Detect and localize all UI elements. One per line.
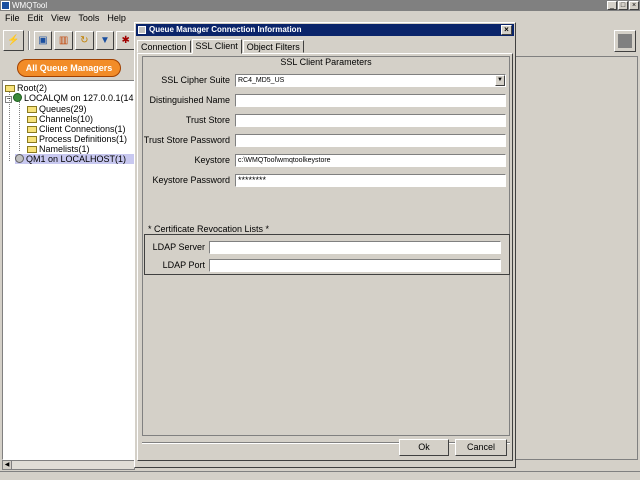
tree-item-queues[interactable]: Queues(29)	[27, 104, 87, 114]
menu-edit[interactable]: Edit	[26, 13, 50, 23]
trust-store-password-label: Trust Store Password	[143, 135, 230, 145]
tree-item-channels[interactable]: Channels(10)	[27, 114, 93, 124]
ok-button[interactable]: Ok	[399, 439, 449, 456]
app-icon	[1, 1, 10, 10]
connect-button[interactable]: ⚡	[3, 29, 24, 51]
connection-dialog: Queue Manager Connection Information × C…	[134, 22, 516, 468]
window-controls: _ □ ×	[607, 1, 639, 10]
keystore-label: Keystore	[194, 155, 230, 165]
settings-button[interactable]: ✱	[116, 30, 135, 50]
refresh-button[interactable]: ↻	[74, 30, 94, 50]
tree-item-label: Namelists(1)	[39, 144, 90, 154]
menu-view[interactable]: View	[49, 13, 76, 23]
ldap-server-field[interactable]	[209, 241, 501, 254]
folder-icon	[27, 116, 37, 123]
window-button[interactable]: ▣	[33, 30, 53, 50]
content-area	[514, 56, 638, 460]
app-titlebar: WMQTool _ □ ×	[0, 0, 640, 11]
keystore-password-field[interactable]: ********	[235, 174, 506, 187]
dialog-icon	[138, 26, 146, 34]
tree-item-namelists[interactable]: Namelists(1)	[27, 144, 90, 154]
tree-item-label: Channels(10)	[39, 114, 94, 124]
queue-manager-icon	[13, 93, 22, 102]
keystore-field[interactable]: c:\WMQTool\wmqtoolkeystore	[235, 154, 506, 167]
cancel-button[interactable]: Cancel	[455, 439, 507, 456]
folder-icon	[27, 106, 37, 113]
toolbar: ⚡ ▣ ▥ ↻ ▼ ✱	[0, 27, 135, 53]
chart-button[interactable]: ▥	[54, 30, 73, 50]
ssl-client-panel: SSL Client Parameters SSL Cipher Suite R…	[137, 53, 513, 461]
statusbar	[0, 471, 640, 480]
qm-button-area: All Queue Managers	[3, 56, 135, 79]
filter-button[interactable]: ▼	[95, 30, 115, 50]
trust-store-password-field[interactable]	[235, 134, 506, 147]
dialog-title: Queue Manager Connection Information	[149, 25, 302, 34]
keystore-password-label: Keystore Password	[152, 175, 230, 185]
chevron-down-icon[interactable]: ▼	[495, 75, 505, 86]
menu-file[interactable]: File	[3, 13, 26, 23]
tree-root[interactable]: Root(2)	[5, 83, 47, 93]
trust-store-label: Trust Store	[185, 115, 230, 125]
cipher-suite-value: RC4_MD5_US	[238, 77, 285, 84]
maximize-button[interactable]: □	[618, 1, 628, 10]
filter-icon: ▼	[100, 34, 110, 46]
folder-icon	[27, 146, 37, 153]
queue-manager-icon	[15, 154, 24, 163]
menu-tools[interactable]: Tools	[76, 13, 105, 23]
tree-item-label: Process Definitions(1)	[39, 134, 128, 144]
app-title: WMQTool	[12, 1, 48, 10]
dialog-close-button[interactable]: ×	[501, 25, 512, 35]
tree-item-label: Client Connections(1)	[39, 124, 126, 134]
tree-root-label: Root(2)	[17, 83, 48, 93]
ldap-port-field[interactable]	[209, 259, 501, 272]
section-title: SSL Client Parameters	[280, 57, 372, 67]
tab-object-filters[interactable]: Object Filters	[242, 40, 304, 53]
folder-icon	[5, 85, 15, 92]
tab-ssl-client[interactable]: SSL Client	[191, 39, 242, 54]
distinguished-name-field[interactable]	[235, 94, 506, 107]
folder-icon	[27, 126, 37, 133]
stop-button[interactable]	[614, 30, 636, 52]
close-button[interactable]: ×	[629, 1, 639, 10]
settings-icon: ✱	[121, 34, 130, 46]
toolbar-separator	[27, 30, 30, 50]
tree-panel[interactable]: Root(2) − LOCALQM on 127.0.0.1(14 Queues(…	[2, 80, 135, 460]
crl-group: LDAP Server LDAP Port	[144, 234, 510, 275]
tree-item-label: Queues(29)	[39, 104, 87, 114]
ldap-server-label: LDAP Server	[152, 242, 205, 252]
tab-connection[interactable]: Connection	[137, 40, 191, 53]
refresh-icon: ↻	[80, 34, 89, 46]
stop-icon	[618, 34, 632, 48]
scroll-left-icon[interactable]: ◀	[3, 461, 12, 469]
tree-line	[19, 101, 20, 151]
crl-title: * Certificate Revocation Lists *	[148, 224, 270, 234]
collapse-icon[interactable]: −	[5, 96, 12, 103]
tree-item-client-connections[interactable]: Client Connections(1)	[27, 124, 126, 134]
trust-store-field[interactable]	[235, 114, 506, 127]
distinguished-name-label: Distinguished Name	[149, 95, 230, 105]
connect-icon: ⚡	[7, 34, 20, 46]
all-queue-managers-button[interactable]: All Queue Managers	[16, 58, 122, 77]
tree-localqm-label: LOCALQM on 127.0.0.1(14	[24, 93, 134, 103]
horizontal-scrollbar[interactable]: ◀	[2, 460, 135, 470]
dialog-titlebar[interactable]: Queue Manager Connection Information ×	[136, 24, 514, 36]
cipher-suite-select[interactable]: RC4_MD5_US ▼	[235, 74, 506, 87]
tree-item-process-definitions[interactable]: Process Definitions(1)	[27, 134, 127, 144]
cipher-suite-label: SSL Cipher Suite	[161, 75, 230, 85]
window-icon: ▣	[38, 34, 48, 46]
minimize-button[interactable]: _	[607, 1, 617, 10]
ldap-port-label: LDAP Port	[162, 260, 205, 270]
folder-icon	[27, 136, 37, 143]
tree-qm1-label: QM1 on LOCALHOST(1)	[26, 154, 127, 164]
tree-qm1[interactable]: QM1 on LOCALHOST(1)	[15, 154, 134, 164]
tree-localqm[interactable]: − LOCALQM on 127.0.0.1(14	[5, 93, 134, 103]
chart-icon: ▥	[58, 34, 69, 46]
menu-help[interactable]: Help	[105, 13, 132, 23]
tab-bar: Connection SSL Client Object Filters	[137, 39, 305, 54]
